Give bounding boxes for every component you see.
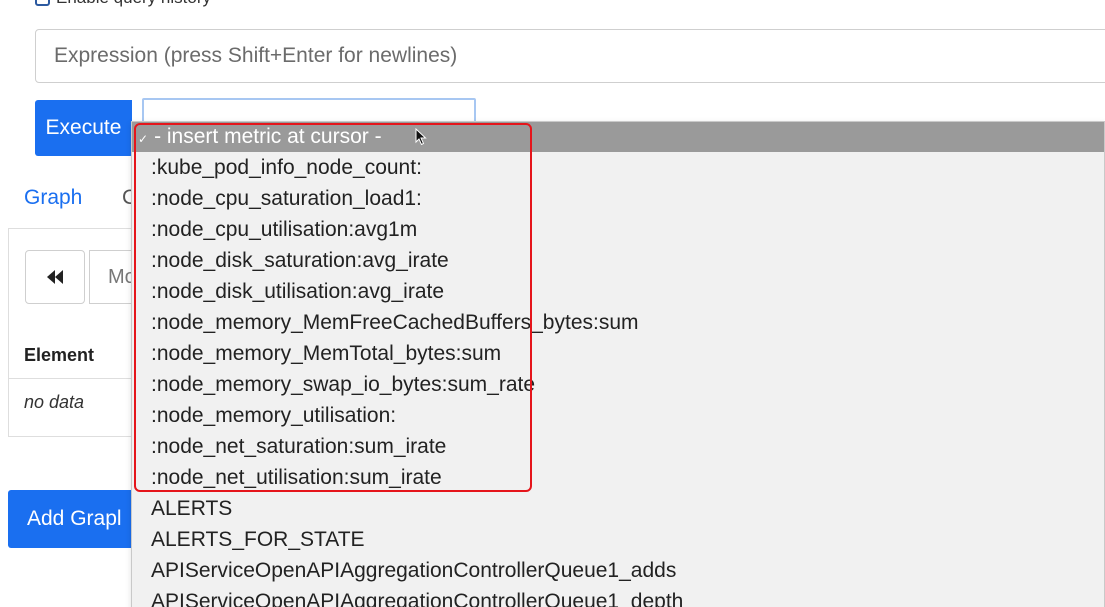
dropdown-option[interactable]: :node_memory_MemFreeCachedBuffers_bytes:… (132, 307, 1104, 338)
add-graph-button[interactable]: Add Grapl (8, 490, 148, 548)
dropdown-option[interactable]: :node_memory_swap_io_bytes:sum_rate (132, 369, 1104, 400)
check-icon: ✓ (138, 132, 149, 146)
dropdown-option[interactable]: :node_memory_utilisation: (132, 400, 1104, 431)
query-history-toggle[interactable]: Enable query history (35, 0, 211, 8)
checkbox-icon[interactable] (35, 0, 50, 6)
expression-placeholder: Expression (press Shift+Enter for newlin… (54, 44, 458, 67)
dropdown-option[interactable]: :node_net_utilisation:sum_irate (132, 462, 1104, 493)
prometheus-graph-page: Enable query history Expression (press S… (0, 0, 1105, 607)
dropdown-option[interactable]: ALERTS (132, 493, 1104, 524)
metric-dropdown-list[interactable]: ✓ - insert metric at cursor - :kube_pod_i… (131, 121, 1105, 607)
no-data-text: no data (24, 392, 85, 412)
rewind-button[interactable] (25, 250, 85, 304)
dropdown-option[interactable]: APIServiceOpenAPIAggregationControllerQu… (132, 555, 1104, 586)
panel-border-bottom (8, 436, 138, 437)
dropdown-option[interactable]: :node_memory_MemTotal_bytes:sum (132, 338, 1104, 369)
execute-button[interactable]: Execute (35, 100, 132, 156)
dropdown-option[interactable]: ALERTS_FOR_STATE (132, 524, 1104, 555)
element-column-header: Element (24, 345, 95, 365)
dropdown-option[interactable]: :node_disk_saturation:avg_irate (132, 245, 1104, 276)
query-history-label: Enable query history (56, 0, 211, 8)
dropdown-selected-label: - insert metric at cursor - (154, 125, 382, 148)
dropdown-option[interactable]: :node_disk_utilisation:avg_irate (132, 276, 1104, 307)
double-chevron-left-icon (47, 270, 63, 284)
dropdown-option[interactable]: :kube_pod_info_node_count: (132, 152, 1104, 183)
dropdown-option-selected[interactable]: ✓ - insert metric at cursor - (132, 122, 1104, 152)
panel-border-left (8, 228, 9, 436)
dropdown-option[interactable]: APIServiceOpenAPIAggregationControllerQu… (132, 586, 1104, 607)
dropdown-option[interactable]: :node_cpu_saturation_load1: (132, 183, 1104, 214)
expression-input[interactable]: Expression (press Shift+Enter for newlin… (35, 29, 1105, 83)
mouse-cursor-icon (415, 128, 427, 146)
dropdown-option[interactable]: :node_cpu_utilisation:avg1m (132, 214, 1104, 245)
tab-graph[interactable]: Graph (24, 186, 82, 210)
dropdown-option[interactable]: :node_net_saturation:sum_irate (132, 431, 1104, 462)
